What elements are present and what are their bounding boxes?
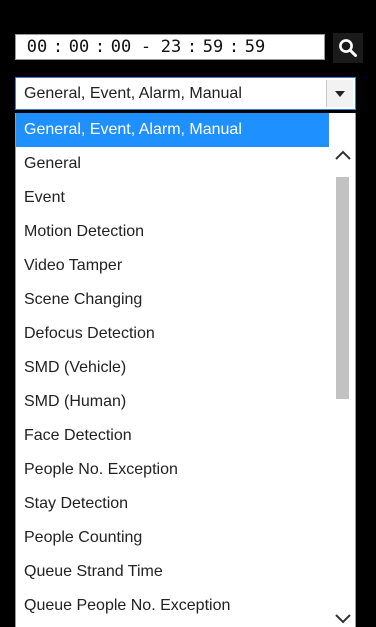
- dropdown-option[interactable]: Defocus Detection: [16, 317, 329, 351]
- dropdown-option[interactable]: General, Event, Alarm, Manual: [16, 113, 329, 147]
- start-second[interactable]: 00: [109, 37, 133, 57]
- dropdown-option[interactable]: SMD (Vehicle): [16, 351, 329, 385]
- time-separator: :: [52, 37, 64, 57]
- scroll-thumb[interactable]: [336, 177, 349, 399]
- end-hour[interactable]: 23: [159, 37, 183, 57]
- option-list: General, Event, Alarm, Manual General Even…: [16, 113, 329, 623]
- range-dash: -: [140, 37, 152, 57]
- dropdown-scrollbar[interactable]: [330, 113, 355, 627]
- dropdown-option[interactable]: Motion Detection: [16, 215, 329, 249]
- scroll-down-button[interactable]: [330, 599, 355, 627]
- scroll-up-button[interactable]: [330, 135, 355, 175]
- time-separator: :: [228, 37, 240, 57]
- dropdown-option[interactable]: Stay Detection: [16, 487, 329, 521]
- end-second[interactable]: 59: [243, 37, 267, 57]
- dropdown-option[interactable]: General: [16, 147, 329, 181]
- record-type-select[interactable]: General, Event, Alarm, Manual: [15, 77, 356, 110]
- dropdown-option[interactable]: Face Detection: [16, 419, 329, 453]
- chevron-down-icon: [334, 614, 351, 624]
- dropdown-option[interactable]: Queue People No. Exception: [16, 589, 329, 623]
- dropdown-option[interactable]: SMD (Human): [16, 385, 329, 419]
- dropdown-option[interactable]: Queue Strand Time: [16, 555, 329, 589]
- record-search-panel: 00 : 00 : 00 - 23 : 59 : 59 General, Eve…: [0, 0, 376, 627]
- time-separator: :: [186, 37, 198, 57]
- dropdown-toggle[interactable]: [326, 80, 353, 107]
- select-value: General, Event, Alarm, Manual: [24, 84, 242, 102]
- start-minute[interactable]: 00: [67, 37, 91, 57]
- time-range-field[interactable]: 00 : 00 : 00 - 23 : 59 : 59: [15, 34, 325, 60]
- dropdown-option[interactable]: Scene Changing: [16, 283, 329, 317]
- dropdown-option[interactable]: People Counting: [16, 521, 329, 555]
- dropdown-option[interactable]: Event: [16, 181, 329, 215]
- time-separator: :: [94, 37, 106, 57]
- dropdown-option[interactable]: Video Tamper: [16, 249, 329, 283]
- triangle-down-icon: [335, 90, 345, 97]
- start-hour[interactable]: 00: [25, 37, 49, 57]
- search-button[interactable]: [333, 33, 363, 63]
- record-type-dropdown: General, Event, Alarm, Manual General Even…: [15, 113, 356, 627]
- end-minute[interactable]: 59: [201, 37, 225, 57]
- chevron-up-icon: [334, 150, 351, 160]
- dropdown-option[interactable]: People No. Exception: [16, 453, 329, 487]
- search-icon: [339, 39, 357, 57]
